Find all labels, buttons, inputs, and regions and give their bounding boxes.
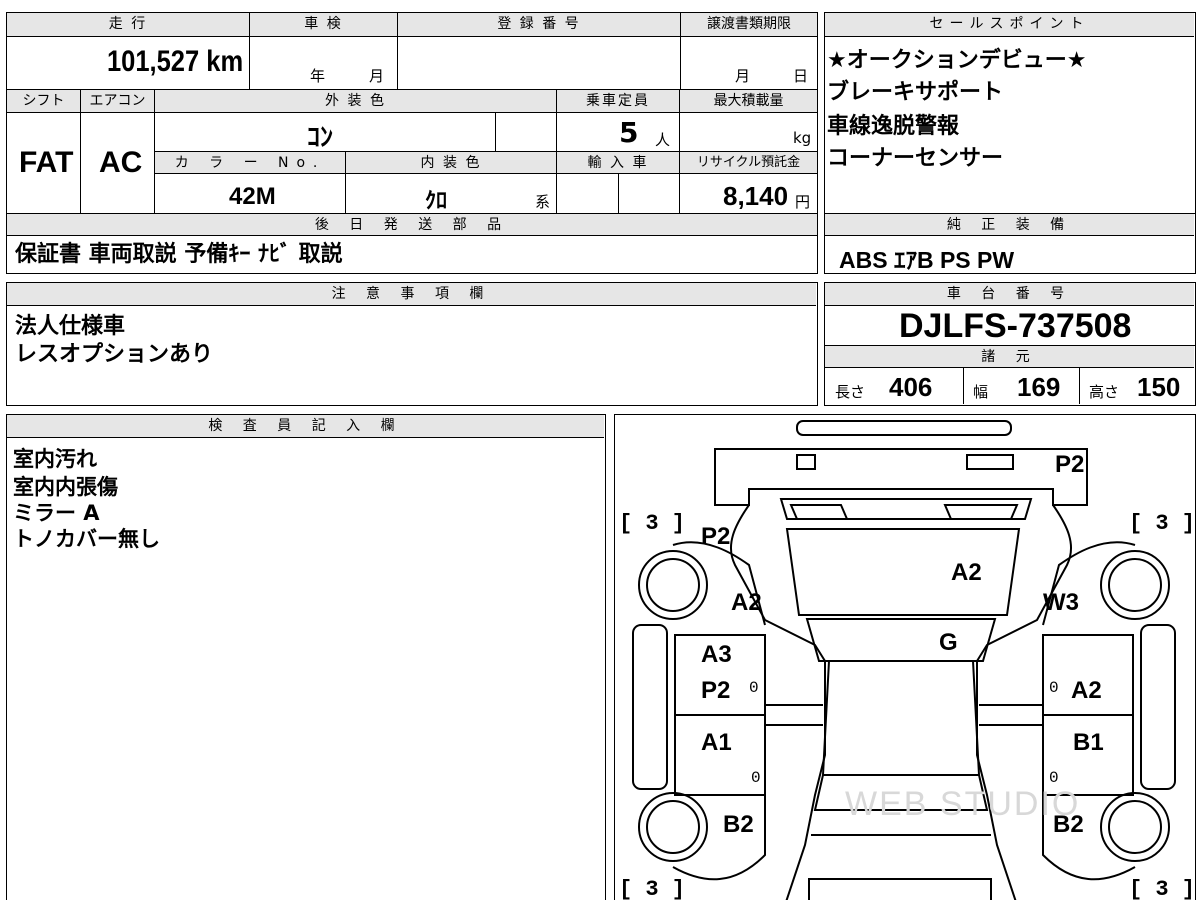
later-parts-header: 後 日 発 送 部 品: [7, 214, 817, 236]
tire-bracket-rear-left: [ 3 ]: [619, 877, 686, 900]
chassis-box: 車 台 番 号 DJLFS-737508 諸 元 長さ 406 幅 169 高さ…: [824, 282, 1196, 406]
standard-equipment-header: 純 正 装 備: [825, 214, 1194, 236]
sales-point-2: ブレーキサポート: [827, 80, 1004, 105]
car-diagram: WEB STUDIO P2 A2 P2 A2 W3 G A3 P2 A2 A1 …: [614, 414, 1196, 900]
mark-left-front-door-a: A3: [701, 641, 732, 668]
door-zero-2: 0: [1049, 679, 1059, 697]
mark-right-rear-door: B1: [1073, 729, 1104, 756]
sales-points-header: セールスポイント: [825, 13, 1194, 37]
notes-line-2: レスオプションあり: [15, 342, 214, 367]
sales-point-4: コーナーセンサー: [827, 146, 1004, 171]
max-load-unit: kg: [793, 129, 812, 147]
recycle-header: リサイクル預託金: [680, 152, 817, 174]
import-header: 輸 入 車: [557, 152, 679, 174]
mark-windshield: G: [939, 629, 958, 656]
tire-bracket-rear-right: [ 3 ]: [1129, 877, 1196, 900]
sales-points-box: セールスポイント ★オークションデビュー★ ブレーキサポート 車線逸脱警報 コー…: [824, 12, 1196, 274]
mark-right-rear-quarter: B2: [1053, 811, 1084, 838]
color-no-value: 42M: [229, 183, 276, 210]
mark-left-rear-door: A1: [701, 729, 732, 756]
tire-bracket-front-left: [ 3 ]: [619, 511, 686, 536]
transfer-month-unit: 月: [735, 67, 751, 85]
exterior-color-value: ｺﾝ: [307, 123, 334, 153]
recycle-unit: 円: [795, 193, 811, 211]
notes-box: 注 意 事 項 欄 法人仕様車 レスオプションあり: [6, 282, 818, 406]
vehicle-info-grid: 走 行 車 検 登 録 番 号 譲渡書類期限 101,527 km 年 月 月 …: [6, 12, 818, 274]
capacity-header: 乗車定員: [557, 90, 679, 113]
aircon-header: エアコン: [81, 90, 154, 113]
max-load-header: 最大積載量: [680, 90, 817, 113]
capacity-value: 5: [619, 116, 639, 149]
interior-color-header: 内 装 色: [346, 152, 556, 174]
height-label: 高さ: [1089, 383, 1120, 401]
specs-header: 諸 元: [825, 346, 1194, 368]
shift-value: FAT: [19, 146, 74, 179]
mark-front-left-fender-p: P2: [701, 523, 731, 550]
mileage-header: 走 行: [7, 13, 249, 37]
tire-bracket-front-right: [ 3 ]: [1129, 511, 1196, 536]
capacity-unit: 人: [655, 131, 671, 149]
inspection-header: 車 検: [250, 13, 397, 37]
transfer-day-unit: 日: [793, 67, 809, 85]
door-zero-3: 0: [751, 769, 761, 787]
door-zero-4: 0: [1049, 769, 1059, 787]
inspection-year-unit: 年: [310, 67, 326, 85]
mark-left-front-door-p: P2: [701, 677, 731, 704]
mark-rear-top: P2: [1055, 451, 1085, 478]
exterior-color-header: 外 装 色: [155, 90, 556, 113]
inspector-header: 検 査 員 記 入 欄: [7, 415, 604, 438]
width-label: 幅: [973, 383, 989, 401]
sales-point-1: ★オークションデビュー★: [827, 48, 1087, 73]
inspector-line-1: 室内汚れ: [13, 447, 97, 471]
length-value: 406: [889, 372, 933, 402]
recycle-value: 8,140: [723, 181, 789, 211]
color-no-header: カ ラ ー No.: [155, 152, 345, 174]
notes-line-1: 法人仕様車: [15, 314, 126, 339]
mark-right-front-door: A2: [1071, 677, 1102, 704]
height-value: 150: [1137, 372, 1181, 402]
mark-left-rear-quarter: B2: [723, 811, 754, 838]
transfer-header: 譲渡書類期限: [681, 13, 817, 37]
notes-header: 注 意 事 項 欄: [7, 283, 816, 306]
watermark: WEB STUDIO: [845, 785, 1081, 823]
later-parts-value: 保証書 車両取説 予備ｷｰ ﾅﾋﾞ 取説: [15, 242, 343, 267]
shift-header: シフト: [7, 90, 80, 113]
inspection-month-unit: 月: [369, 67, 385, 85]
interior-color-value: ｸﾛ: [425, 189, 448, 214]
mark-front-left-fender-a: A2: [731, 589, 762, 616]
chassis-header: 車 台 番 号: [825, 283, 1194, 306]
length-label: 長さ: [835, 383, 866, 401]
chassis-number: DJLFS-737508: [899, 307, 1132, 345]
registration-header: 登 録 番 号: [398, 13, 680, 37]
width-value: 169: [1017, 372, 1061, 402]
aircon-value: AC: [99, 146, 143, 179]
sales-point-3: 車線逸脱警報: [827, 114, 960, 139]
interior-color-suffix: 系: [535, 193, 551, 211]
mark-front-right-fender: W3: [1043, 589, 1079, 616]
door-zero-1: 0: [749, 679, 759, 697]
standard-equipment-value: ABS ｴｱB PS PW: [839, 247, 1015, 273]
inspector-box: 検 査 員 記 入 欄 室内汚れ 室内内張傷 ミラー A トノカバー無し: [6, 414, 606, 900]
mark-roof: A2: [951, 559, 982, 586]
mileage-value: 101,527 km: [107, 45, 244, 78]
inspector-line-4: トノカバー無し: [13, 527, 160, 551]
